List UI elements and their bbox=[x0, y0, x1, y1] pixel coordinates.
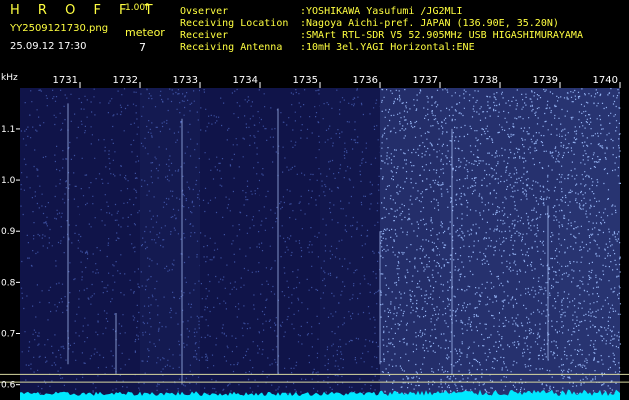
noise-band bbox=[440, 88, 500, 400]
y-tick-label: 0.7 bbox=[1, 330, 15, 340]
spectrogram-chart: 1.1 1.0 0.9 0.8 0.7 0.6 1731 1732 1733 1734 1735 1… bbox=[0, 70, 629, 400]
meteor-count: 7 bbox=[139, 41, 146, 54]
x-tick-label: 1735 bbox=[293, 75, 318, 86]
receiver-value: :SMArt RTL-SDR V5 52.905MHz USB HIGASHIM… bbox=[300, 30, 583, 41]
x-tick-label: 1738 bbox=[473, 75, 498, 86]
noise-band bbox=[380, 88, 440, 400]
y-tick-label: 1.0 bbox=[1, 176, 16, 186]
receiver-key: Receiver bbox=[180, 30, 229, 41]
spectrogram-heatmap bbox=[20, 88, 621, 400]
capture-datetime: 25.09.12 17:30 bbox=[10, 41, 87, 52]
file-name: YY2509121730.png bbox=[10, 23, 109, 34]
y-tick-label: 0.6 bbox=[1, 381, 16, 391]
noise-band bbox=[260, 88, 320, 400]
x-tick-label: 1732 bbox=[113, 75, 138, 86]
y-tick-label: 1.1 bbox=[1, 125, 15, 135]
noise-band bbox=[320, 88, 380, 400]
x-tick-label: 1734 bbox=[233, 75, 258, 86]
x-tick-label: 1731 bbox=[53, 75, 78, 86]
noise-band bbox=[80, 88, 140, 400]
y-axis-unit: kHz bbox=[1, 73, 18, 83]
noise-band bbox=[140, 88, 200, 400]
antenna-key: Receiving Antenna bbox=[180, 42, 283, 53]
baseline-band bbox=[20, 396, 620, 400]
noise-band bbox=[200, 88, 260, 400]
x-tick-label: 1733 bbox=[173, 75, 198, 86]
x-tick-label: 1736 bbox=[353, 75, 378, 86]
location-key: Receiving Location bbox=[180, 18, 289, 29]
header-panel: H R O F F T 1.00f YY2509121730.png 25.09… bbox=[0, 0, 629, 72]
observer-value: :YOSHIKAWA Yasufumi /JG2MLI bbox=[300, 6, 463, 17]
noise-band bbox=[560, 88, 620, 400]
y-tick-label: 0.9 bbox=[1, 227, 16, 237]
location-value: :Nagoya Aichi-pref. JAPAN (136.90E, 35.2… bbox=[300, 18, 559, 29]
y-tick-label: 0.8 bbox=[1, 278, 16, 288]
observer-key: Ovserver bbox=[180, 6, 229, 17]
x-tick-label: 1737 bbox=[413, 75, 438, 86]
x-tick-label: 1740 bbox=[593, 75, 618, 86]
antenna-value: :10mH 3el.YAGI Horizontal:ENE bbox=[300, 42, 475, 53]
x-tick-label: 1739 bbox=[533, 75, 558, 86]
meteor-label: meteor bbox=[125, 26, 165, 39]
noise-band bbox=[20, 88, 80, 400]
app-version: 1.00f bbox=[125, 3, 149, 13]
